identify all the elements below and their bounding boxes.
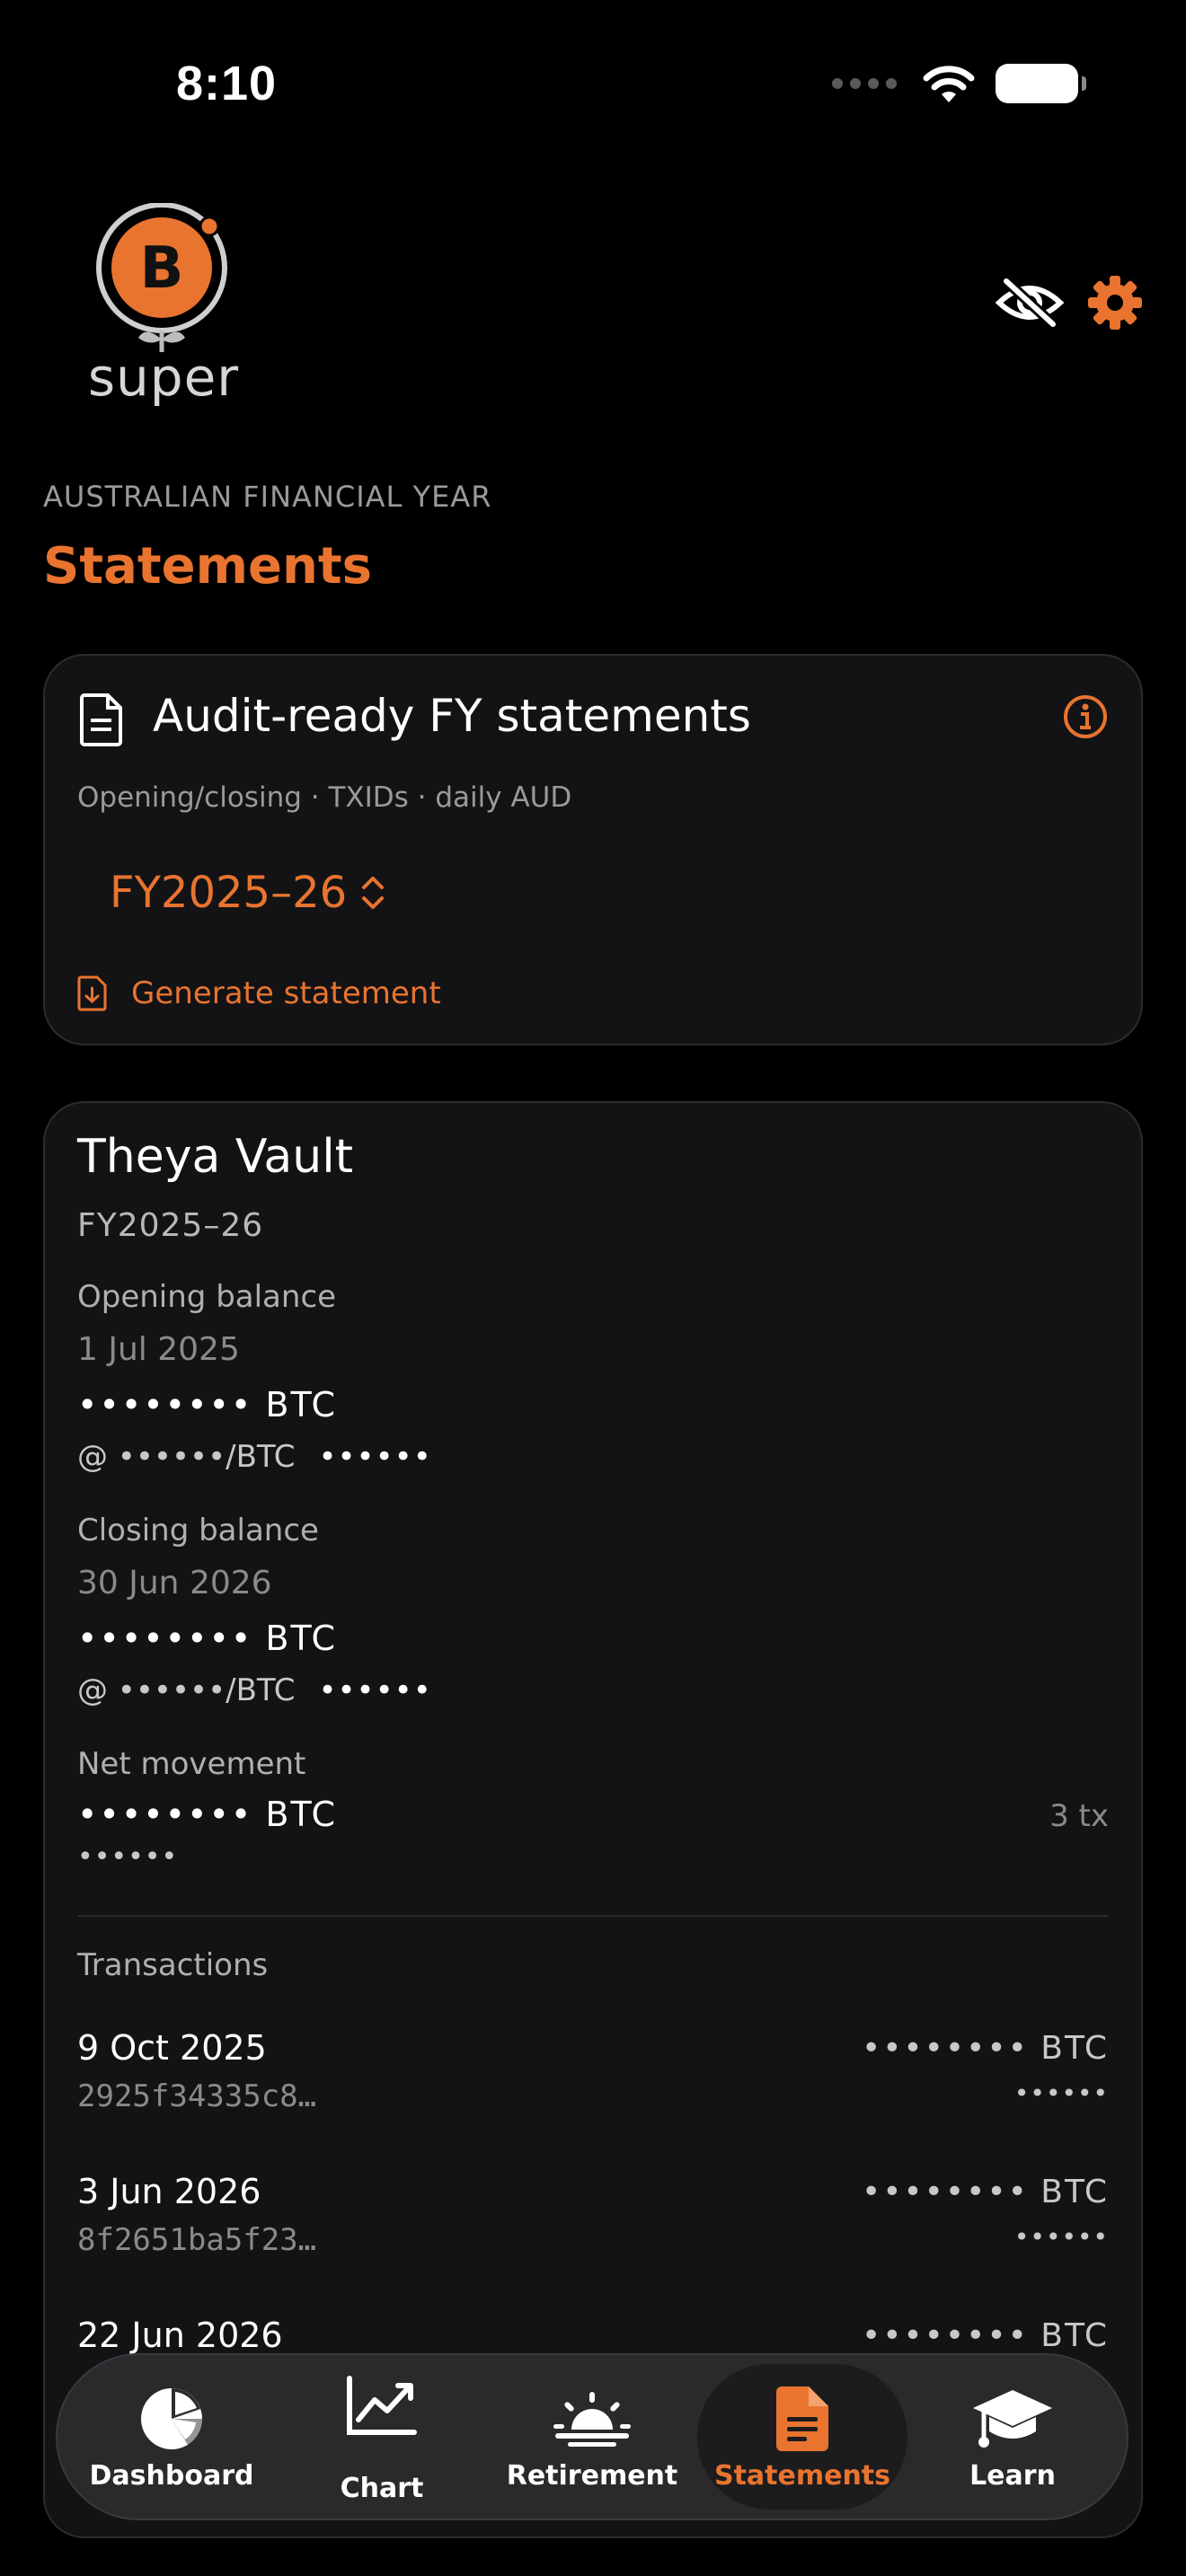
transaction-date: 3 Jun 2026	[77, 2172, 261, 2211]
audit-card-title: Audit-ready FY statements	[153, 690, 751, 742]
pie-chart-icon	[141, 2387, 203, 2449]
closing-balance-fiat: ••••••	[318, 1672, 432, 1708]
generate-statement-label: Generate statement	[131, 975, 441, 1011]
fy-picker[interactable]: FY2025–26	[110, 868, 386, 918]
eye-slash-icon[interactable]	[996, 278, 1064, 328]
app-logo: B super	[83, 202, 244, 410]
transaction-fiat: ••••••	[1013, 2222, 1109, 2252]
svg-text:B: B	[140, 235, 184, 302]
tab-statements[interactable]: Statements	[697, 2364, 907, 2510]
vault-fy: FY2025–26	[77, 1207, 264, 1244]
generate-statement-button[interactable]: Generate statement	[77, 975, 441, 1011]
net-movement-label: Net movement	[77, 1746, 306, 1782]
transactions-header: Transactions	[77, 1947, 269, 1983]
wifi-icon	[923, 66, 975, 102]
transaction-fiat: ••••••	[1013, 2078, 1109, 2108]
tab-chart[interactable]: Chart	[277, 2364, 487, 2510]
status-time: 8:10	[176, 57, 278, 110]
opening-balance-amount: •••••••• BTC	[77, 1385, 337, 1425]
opening-balance-rate-row: @ ••••••/BTC ••••••	[77, 1439, 432, 1475]
transaction-date: 9 Oct 2025	[77, 2028, 267, 2068]
tab-retirement[interactable]: Retirement	[487, 2364, 697, 2510]
audit-statements-card: Audit-ready FY statements Opening/closin…	[43, 654, 1143, 1045]
opening-balance-rate: @ ••••••/BTC	[77, 1439, 296, 1475]
divider	[77, 1915, 1109, 1917]
closing-balance-rate: @ ••••••/BTC	[77, 1672, 296, 1708]
transaction-txid: 2925f34335c8…	[77, 2078, 317, 2114]
closing-balance-rate-row: @ ••••••/BTC ••••••	[77, 1672, 432, 1708]
transaction-amount: •••••••• BTC	[861, 2174, 1109, 2210]
info-icon[interactable]	[1062, 693, 1109, 740]
tab-learn[interactable]: Learn	[907, 2364, 1118, 2510]
statements-screen: 8:10 B super AUSTRALIAN FINANCIAL YEAR S…	[0, 0, 1186, 2576]
transaction-txid: 8f2651ba5f23…	[77, 2222, 317, 2258]
net-movement-fiat: ••••••	[77, 1841, 179, 1873]
document-download-icon	[77, 975, 107, 1011]
section-eyebrow: AUSTRALIAN FINANCIAL YEAR	[43, 480, 492, 514]
opening-balance-fiat: ••••••	[318, 1439, 432, 1475]
signal-dots-icon	[832, 78, 897, 89]
sunrise-icon	[553, 2391, 631, 2447]
transaction-date: 22 Jun 2026	[77, 2316, 283, 2355]
header-actions	[996, 275, 1143, 331]
tab-label: Retirement	[506, 2459, 678, 2492]
tab-dashboard[interactable]: Dashboard	[66, 2364, 277, 2510]
vault-name: Theya Vault	[77, 1130, 354, 1184]
net-movement-tx-count: 3 tx	[1049, 1798, 1109, 1834]
tab-label: Dashboard	[89, 2459, 254, 2492]
closing-balance-amount: •••••••• BTC	[77, 1619, 337, 1658]
chevron-up-down-icon	[362, 877, 385, 909]
page-title: Statements	[43, 537, 372, 595]
line-chart-icon	[347, 2375, 417, 2435]
bitcoin-logo-icon: B	[96, 202, 227, 352]
transaction-amount: •••••••• BTC	[861, 2317, 1109, 2354]
tab-bar: Dashboard Chart Retirement Statements Le…	[56, 2353, 1128, 2520]
tab-label: Learn	[969, 2459, 1056, 2492]
closing-balance-date: 30 Jun 2026	[77, 1565, 272, 1601]
transaction-amount: •••••••• BTC	[861, 2030, 1109, 2067]
tab-label: Chart	[340, 2472, 424, 2504]
document-icon	[776, 2386, 828, 2451]
logo-wordmark: super	[87, 347, 240, 408]
battery-icon	[996, 64, 1086, 103]
net-movement-amount: •••••••• BTC	[77, 1795, 337, 1834]
status-indicators	[832, 63, 1086, 104]
document-icon	[80, 693, 122, 746]
audit-card-subtitle: Opening/closing · TXIDs · daily AUD	[77, 781, 572, 814]
tab-label: Statements	[713, 2459, 891, 2492]
gear-icon[interactable]	[1087, 275, 1143, 331]
vault-statement-card: Theya Vault FY2025–26 Opening balance 1 …	[43, 1101, 1143, 2538]
opening-balance-label: Opening balance	[77, 1279, 337, 1315]
fy-picker-value: FY2025–26	[110, 868, 348, 918]
closing-balance-label: Closing balance	[77, 1513, 319, 1548]
graduation-cap-icon	[973, 2389, 1052, 2448]
opening-balance-date: 1 Jul 2025	[77, 1331, 240, 1368]
